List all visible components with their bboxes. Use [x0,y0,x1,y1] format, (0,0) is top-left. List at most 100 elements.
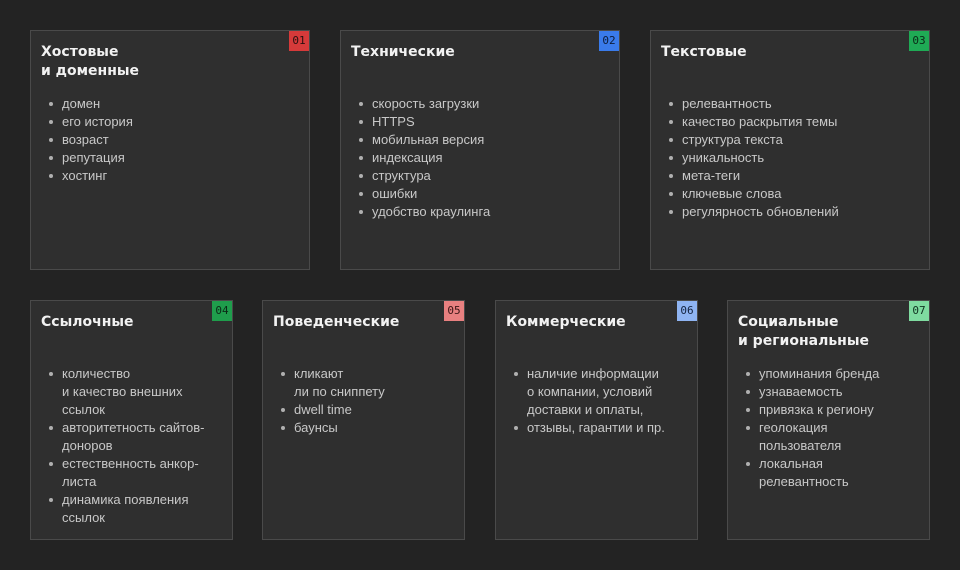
list-item: отзывы, гарантии и пр. [514,419,691,437]
factor-card-06: 06 Коммерческие наличие информации о компан… [495,300,698,540]
list-item-text: релевантность [759,474,849,489]
list-item: структура текста [669,131,923,149]
list-item-text: репутация [62,150,125,165]
list-item: ошибки [359,185,613,203]
list-item: узнаваемость [746,383,923,401]
list-item: скорость загрузки [359,95,613,113]
list-item-text: ссылок [62,510,105,525]
list-item-text: доставки и оплаты, [527,402,644,417]
list-item-text: о компании, условий [527,384,653,399]
list-item-text: кликают [294,366,344,381]
list-item: естественность анкор-листа [49,455,226,491]
list-item-text: хостинг [62,168,108,183]
list-item-text: динамика появления [62,492,189,507]
card-title-line: Текстовые [661,44,747,60]
list-item: хостинг [49,167,303,185]
factor-card-05: 05 Поведенческие кликают ли по сниппету dwel… [262,300,465,540]
card-title: Коммерческие [506,313,736,332]
list-item: индексация [359,149,613,167]
list-item: dwell time [281,401,458,419]
factor-card-02: 02 Технические скорость загрузки HTTPS мобил… [340,30,620,270]
list-item-text: его история [62,114,133,129]
list-item: количество и качество внешних ссылок [49,365,226,419]
list-item: упоминания бренда [746,365,923,383]
list-item-text: наличие информации [527,366,659,381]
list-item-text: уникальность [682,150,765,165]
factor-list: скорость загрузки HTTPS мобильная версия ин… [359,95,613,221]
factor-card-01: 01 Хостовые и доменные домен его история возр… [30,30,310,270]
factor-card-04: 04 Ссылочные количество и качество внешних с… [30,300,233,540]
list-item-text: ключевые слова [682,186,782,201]
list-item-text: геолокация [759,420,828,435]
list-item-text: релевантность [682,96,772,111]
list-item: структура [359,167,613,185]
factor-list: количество и качество внешних ссылок автори… [49,365,226,527]
card-title: Поведенческие [273,313,503,332]
list-item: возраст [49,131,303,149]
list-item-text: структура [372,168,431,183]
list-item-text: ошибки [372,186,418,201]
list-item-text: возраст [62,132,109,147]
card-title-line: и региональные [738,333,869,349]
list-item-text: регулярность обновлений [682,204,839,219]
card-number-badge: 01 [289,31,309,51]
factor-card-03: 03 Текстовые релевантность качество раскрыт… [650,30,930,270]
list-item-text: домен [62,96,101,111]
list-item: уникальность [669,149,923,167]
list-item-text: индексация [372,150,443,165]
card-title-line: Коммерческие [506,314,626,330]
factor-list: релевантность качество раскрытия темы стру… [669,95,923,221]
card-number-badge: 02 [599,31,619,51]
card-title: Технические [351,43,581,62]
list-item-text: и качество внешних [62,384,183,399]
list-item: ключевые слова [669,185,923,203]
list-item-text: ли по сниппету [294,384,385,399]
factor-list: упоминания бренда узнаваемость привязка к … [746,365,923,491]
card-title-line: Технические [351,44,455,60]
list-item-text: привязка к региону [759,402,874,417]
list-item-text: мета-теги [682,168,741,183]
list-item: наличие информации о компании, условий дос… [514,365,691,419]
list-item-text: узнаваемость [759,384,843,399]
card-title: Текстовые [661,43,891,62]
list-item: удобство краулинга [359,203,613,221]
list-item: мета-теги [669,167,923,185]
list-item-text: упоминания бренда [759,366,880,381]
card-title-line: Хостовые [41,44,119,60]
list-item-text: локальная [759,456,823,471]
card-title-line: Поведенческие [273,314,400,330]
card-number-badge: 03 [909,31,929,51]
list-item: кликают ли по сниппету [281,365,458,401]
card-title-line: Ссылочные [41,314,134,330]
list-item-text: баунсы [294,420,338,435]
list-item-text: HTTPS [372,114,415,129]
card-title: Ссылочные [41,313,271,332]
card-title-line: и доменные [41,63,140,79]
list-item: его история [49,113,303,131]
factor-list: домен его история возраст репутация хостинг [49,95,303,185]
list-item: релевантность [669,95,923,113]
list-item-text: авторитетность сайтов- [62,420,205,435]
factor-list: наличие информации о компании, условий дос… [514,365,691,437]
list-item-text: естественность анкор- [62,456,199,471]
list-item: привязка к региону [746,401,923,419]
list-item-text: доноров [62,438,113,453]
list-item-text: скорость загрузки [372,96,480,111]
card-title: Хостовые и доменные [41,43,271,81]
list-item: баунсы [281,419,458,437]
list-item: авторитетность сайтов-доноров [49,419,226,455]
list-item-text: структура текста [682,132,783,147]
list-item-text: ссылок [62,402,105,417]
list-item-text: удобство краулинга [372,204,491,219]
card-title: Социальные и региональные [738,313,960,351]
list-item-text: dwell time [294,402,352,417]
list-item-text: качество раскрытия темы [682,114,838,129]
list-item-text: мобильная версия [372,132,485,147]
list-item: геолокация пользователя [746,419,923,455]
list-item: качество раскрытия темы [669,113,923,131]
list-item: локальная релевантность [746,455,923,491]
list-item: регулярность обновлений [669,203,923,221]
list-item-text: отзывы, гарантии и пр. [527,420,665,435]
list-item: HTTPS [359,113,613,131]
list-item-text: листа [62,474,97,489]
